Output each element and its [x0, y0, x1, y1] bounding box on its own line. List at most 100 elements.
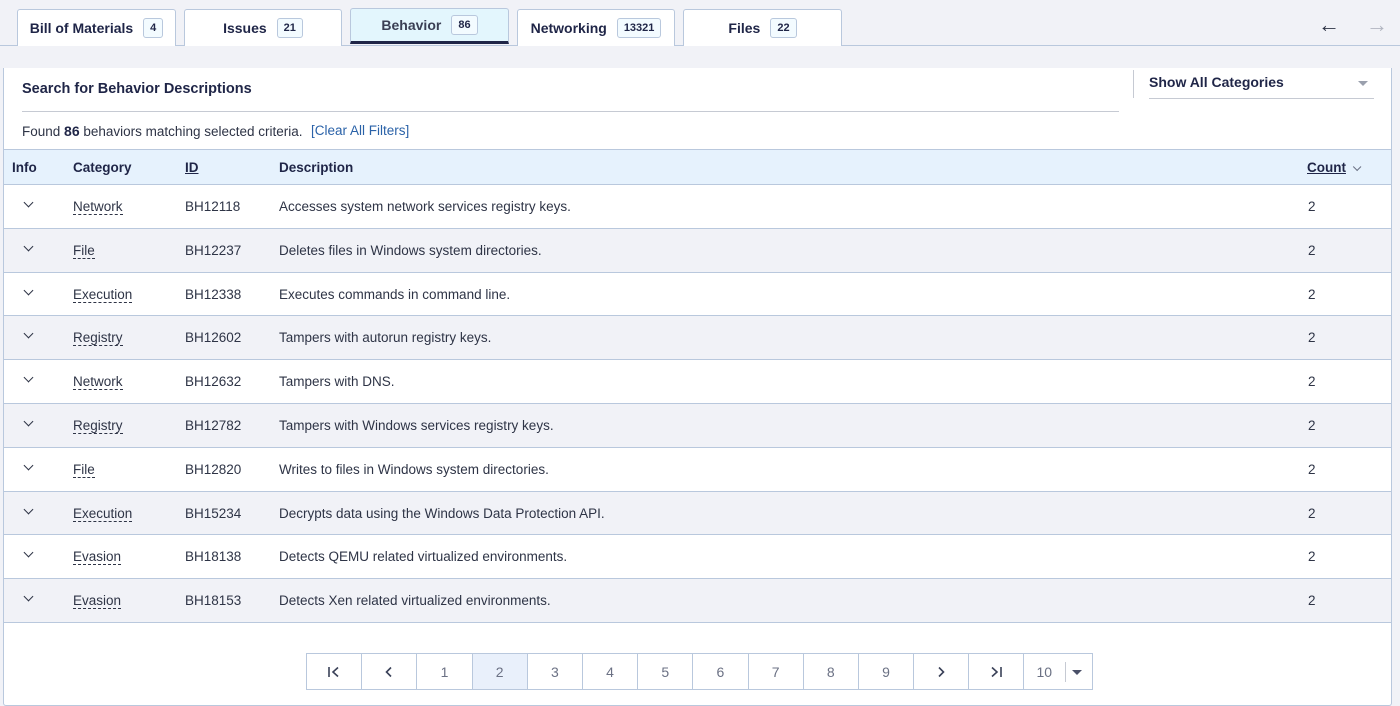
- page-button-1[interactable]: 1: [417, 654, 473, 689]
- header-info: Info: [12, 160, 37, 175]
- page-button-3[interactable]: 3: [528, 654, 583, 689]
- last-page-button[interactable]: [969, 654, 1025, 689]
- behavior-id: BH12118: [185, 199, 241, 214]
- expand-chevron-icon[interactable]: [22, 287, 38, 301]
- behavior-description: Tampers with DNS.: [279, 374, 395, 390]
- page-size-select[interactable]: 10: [1024, 654, 1092, 689]
- expand-chevron-icon[interactable]: [22, 374, 38, 388]
- category-link[interactable]: Evasion: [73, 593, 122, 610]
- expand-chevron-icon[interactable]: [22, 462, 38, 476]
- behavior-count: 2: [1308, 549, 1316, 565]
- tab-networking[interactable]: Networking 13321: [517, 9, 675, 46]
- tab-behavior[interactable]: Behavior 86: [350, 8, 509, 44]
- tab-bill-of-materials[interactable]: Bill of Materials 4: [17, 9, 176, 46]
- behavior-id: BH12782: [185, 417, 242, 433]
- first-page-button[interactable]: [307, 654, 363, 689]
- behavior-count: 2: [1308, 505, 1316, 521]
- header-description: Description: [279, 160, 354, 175]
- page-button-5[interactable]: 5: [638, 654, 694, 689]
- caret-down-icon: [1072, 670, 1083, 675]
- expand-chevron-icon[interactable]: [22, 199, 38, 213]
- tab-count-badge: 13321: [616, 18, 662, 38]
- category-filter-value: Show All Categories: [1149, 74, 1284, 90]
- header-count-sort[interactable]: Count: [1307, 160, 1362, 175]
- table-row: File BH12820 Writes to files in Windows sy…: [4, 448, 1391, 492]
- table-row: Network BH12632 Tampers with DNS. 2: [4, 360, 1391, 404]
- category-link[interactable]: Evasion: [73, 549, 122, 566]
- page-button-6[interactable]: 6: [693, 654, 749, 689]
- behavior-id: BH12602: [185, 330, 242, 346]
- arrow-right-icon[interactable]: →: [1366, 14, 1388, 36]
- divider: [1133, 70, 1134, 98]
- expand-chevron-icon[interactable]: [22, 593, 38, 607]
- behavior-description: Executes commands in command line.: [279, 286, 511, 302]
- expand-chevron-icon[interactable]: [22, 506, 38, 520]
- category-link[interactable]: Execution: [73, 287, 133, 303]
- table-row: Network BH12118 Accesses system network se…: [4, 185, 1391, 229]
- behavior-id: BH15234: [185, 505, 242, 521]
- next-page-button[interactable]: [914, 654, 970, 689]
- tab-count-badge: 4: [143, 18, 164, 38]
- category-link[interactable]: Registry: [73, 418, 123, 434]
- behavior-count: 2: [1308, 330, 1316, 346]
- results-summary: Found 86 behaviors matching selected cri…: [22, 123, 303, 139]
- pagination: 1 2 3 4 5 6 7 8 9 10: [306, 653, 1094, 690]
- header-id-sort[interactable]: ID: [185, 160, 199, 175]
- prev-page-button[interactable]: [362, 654, 418, 689]
- page-button-2-current[interactable]: 2: [472, 654, 528, 689]
- behavior-description: Decrypts data using the Windows Data Pro…: [279, 505, 605, 521]
- expand-chevron-icon[interactable]: [22, 418, 38, 432]
- behavior-id: BH12632: [185, 374, 242, 390]
- behavior-id: BH12338: [185, 286, 242, 302]
- category-link[interactable]: Network: [73, 374, 123, 391]
- behavior-description: Detects Xen related virtualized environm…: [279, 593, 551, 609]
- behavior-count: 2: [1308, 242, 1316, 258]
- tab-count-badge: 22: [770, 18, 797, 38]
- header-category: Category: [73, 160, 132, 175]
- tab-label: Behavior: [381, 17, 442, 33]
- search-field[interactable]: Search for Behavior Descriptions: [22, 81, 1119, 112]
- behavior-count: 2: [1308, 461, 1316, 477]
- table-row: Registry BH12782 Tampers with Windows serv…: [4, 403, 1391, 448]
- table-row: Evasion BH18138 Detects QEMU related virtu…: [4, 535, 1391, 580]
- page-button-4[interactable]: 4: [583, 654, 639, 689]
- expand-chevron-icon[interactable]: [22, 549, 38, 563]
- last-page-icon: [991, 666, 1003, 677]
- behavior-count: 2: [1308, 199, 1316, 214]
- expand-chevron-icon[interactable]: [22, 243, 38, 257]
- clear-all-filters-link[interactable]: [Clear All Filters]: [311, 123, 409, 138]
- table-body: Network BH12118 Accesses system network se…: [4, 185, 1391, 623]
- page-button-9[interactable]: 9: [859, 654, 915, 689]
- tab-label: Networking: [530, 20, 607, 36]
- expand-chevron-icon[interactable]: [22, 330, 38, 344]
- behavior-id: BH18153: [185, 593, 242, 609]
- header-count-label: Count: [1307, 160, 1346, 175]
- page-button-7[interactable]: 7: [749, 654, 804, 689]
- behavior-id: BH12237: [185, 242, 242, 258]
- tab-files[interactable]: Files 22: [683, 9, 842, 46]
- behavior-description: Tampers with Windows services registry k…: [279, 417, 554, 433]
- tab-issues[interactable]: Issues 21: [184, 9, 342, 46]
- behavior-count: 2: [1308, 286, 1316, 302]
- arrow-left-icon[interactable]: ←: [1318, 14, 1340, 36]
- results-prefix: Found: [22, 124, 61, 139]
- tab-label: Issues: [223, 20, 267, 36]
- behavior-description: Detects QEMU related virtualized environ…: [279, 549, 568, 565]
- table-row: Evasion BH18153 Detects Xen related virtua…: [4, 579, 1391, 623]
- chevron-down-icon: [1352, 162, 1362, 172]
- category-link[interactable]: Registry: [73, 330, 123, 347]
- page-size-value: 10: [1036, 663, 1053, 680]
- table-row: File BH12237 Deletes files in Windows syst…: [4, 228, 1391, 273]
- tab-label: Bill of Materials: [29, 20, 134, 36]
- behavior-count: 2: [1308, 417, 1316, 433]
- chevron-left-icon: [385, 666, 392, 677]
- category-link[interactable]: Execution: [73, 506, 133, 522]
- category-link[interactable]: File: [73, 462, 95, 478]
- category-link[interactable]: File: [73, 243, 95, 259]
- table-header: Info Category ID Description Count: [4, 149, 1391, 185]
- category-filter-dropdown[interactable]: Show All Categories: [1149, 70, 1374, 99]
- page-button-8[interactable]: 8: [804, 654, 859, 689]
- category-link[interactable]: Network: [73, 199, 123, 215]
- behavior-panel: Search for Behavior Descriptions Show Al…: [3, 68, 1392, 706]
- tab-count-badge: 86: [451, 15, 478, 35]
